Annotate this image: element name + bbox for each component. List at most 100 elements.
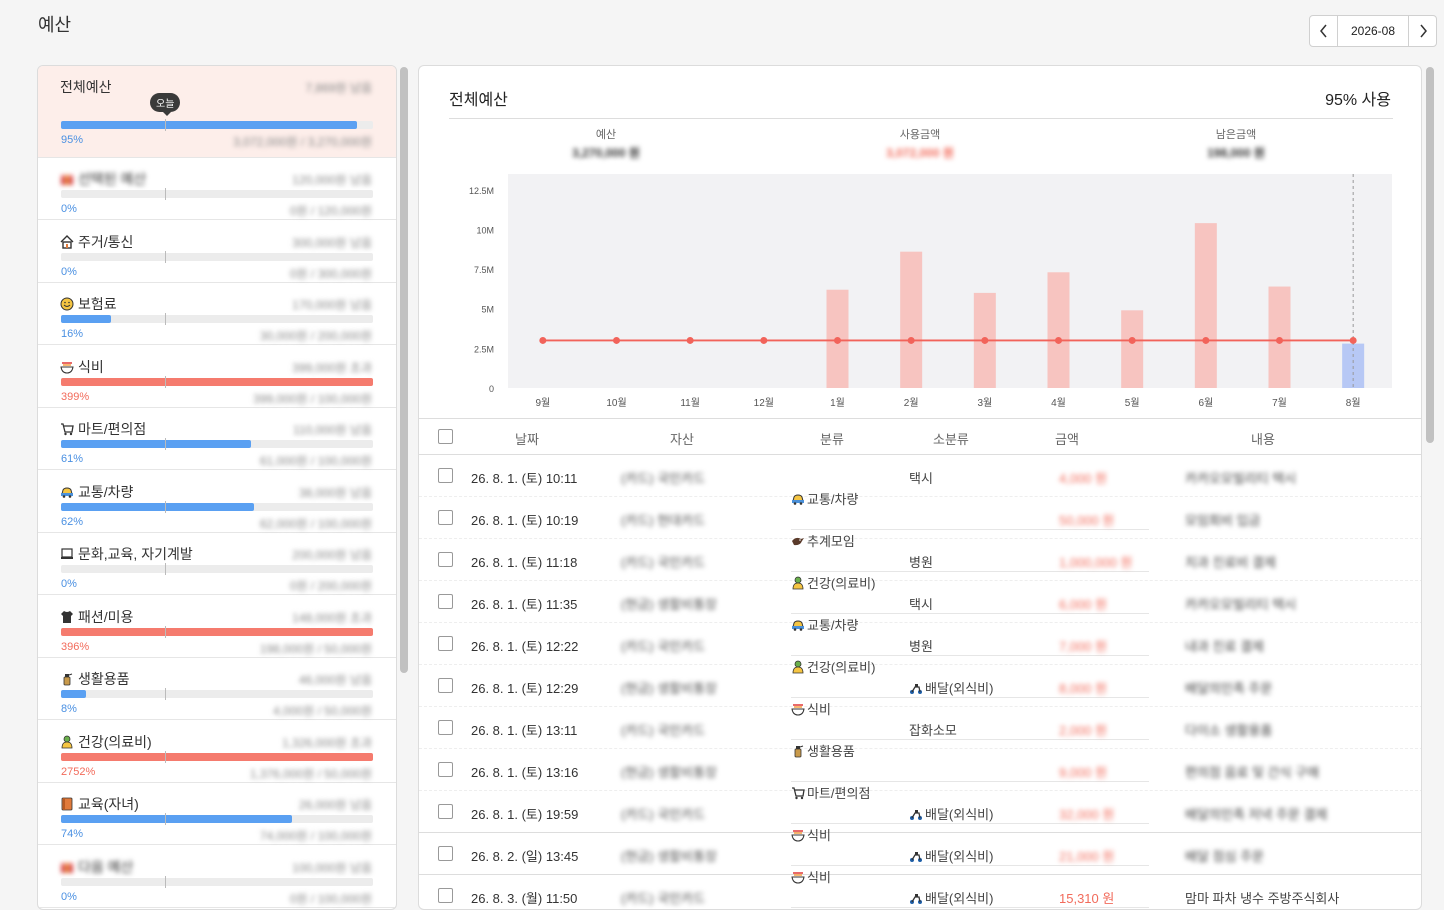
category-percent: 0% (61, 578, 77, 590)
progress-fill (61, 121, 358, 129)
select-all-checkbox[interactable] (438, 429, 453, 444)
category-name-row: 선택된 예산 (60, 169, 146, 189)
row-checkbox[interactable] (438, 888, 453, 903)
today-marker (165, 875, 166, 888)
row-date: 26. 8. 1. (토) 19:59 (471, 807, 579, 822)
row-memo: 모임회비 입금 (1185, 513, 1261, 528)
category-used: 0원 / 200,000원 (289, 579, 372, 593)
row-checkbox[interactable] (438, 720, 453, 735)
row-checkbox[interactable] (438, 762, 453, 777)
category-used: 399,000원 / 100,000원 (253, 391, 372, 406)
table-row[interactable]: 26. 8. 1. (토) 13:16 (현금) 생활비통장 마트/편의점 9,000… (419, 749, 1421, 824)
row-asset: (카드) 국민카드 (621, 639, 706, 654)
budget-category-item[interactable]: 문화,교육, 자기계발 200,000원 남음 0% 0원 / 200,000원 (38, 533, 396, 595)
row-amount: 21,000 원 (1059, 849, 1115, 864)
category-name-row: 교통/차량 (60, 482, 133, 502)
header-asset[interactable]: 자산 (670, 429, 694, 448)
x-tick-label: 8월 (1346, 397, 1361, 409)
category-progress-bar (61, 813, 373, 825)
table-row[interactable]: 26. 8. 2. (일) 13:45 (현금) 생활비통장 식비 배달(외식비) 21… (419, 833, 1421, 908)
header-subcategory[interactable]: 소분류 (933, 429, 969, 448)
category-percent: 8% (61, 703, 77, 715)
next-month-button[interactable] (1408, 16, 1436, 46)
smile-icon (60, 297, 74, 311)
row-subcategory: 택시 (909, 468, 933, 487)
row-memo: 배달 점심 주문 (1185, 849, 1264, 864)
today-marker (165, 688, 166, 700)
row-date: 26. 8. 1. (토) 10:19 (471, 513, 579, 528)
table-row[interactable]: 26. 8. 3. (월) 11:50(카드) 국민카드식비배달(외식비)15,… (419, 875, 1421, 909)
row-checkbox[interactable] (438, 552, 453, 567)
row-memo: 배달의민족 주문 (1185, 681, 1273, 696)
category-remaining: 300,000원 남음 (292, 235, 372, 250)
row-checkbox[interactable] (438, 678, 453, 693)
shirt-icon (60, 610, 74, 624)
progress-fill (61, 690, 86, 698)
bowl-icon (60, 360, 74, 374)
budget-category-item[interactable]: 주거/통신 300,000원 남음 0% 0원 / 300,000원 (38, 221, 396, 283)
row-date: 26. 8. 1. (토) 10:11 (471, 471, 578, 486)
row-subcategory: 배달(외식비) (909, 888, 993, 907)
progress-fill (61, 627, 373, 636)
left-scrollbar[interactable] (400, 67, 408, 673)
row-checkbox[interactable] (438, 636, 453, 651)
table-row[interactable]: 26. 8. 1. (토) 12:22 (카드) 국민카드 건강(의료비) 병원 7,0… (419, 623, 1421, 698)
today-badge: 오늘 (150, 93, 181, 116)
today-marker (165, 500, 166, 513)
category-progress-bar (61, 750, 373, 763)
budget-category-item[interactable]: 보험료 170,000원 남음 16% 30,000원 / 200,000원 (38, 283, 396, 345)
table-row[interactable]: 26. 8. 1. (토) 12:29 (현금) 생활비통장 식비 배달(외식비) 8,… (419, 665, 1421, 740)
health-icon (60, 735, 74, 749)
row-subcategory-label: 택시 (909, 597, 933, 612)
header-category[interactable]: 분류 (820, 429, 844, 448)
header-amount[interactable]: 금액 (1055, 429, 1079, 448)
category-progress-bar (61, 625, 373, 638)
row-memo: 편의점 음료 및 간식 구매 (1185, 765, 1320, 780)
today-marker (165, 375, 166, 388)
row-checkbox[interactable] (438, 468, 453, 483)
budget-category-item[interactable]: 교육(자녀) 26,000원 남음 74% 74,000원 / 100,000원 (38, 783, 396, 845)
header-memo[interactable]: 내용 (1251, 429, 1275, 448)
right-scrollbar[interactable] (1426, 67, 1434, 443)
table-row[interactable]: 26. 8. 1. (토) 13:11 (카드) 국민카드 생활용품 잡화소모 2,00… (419, 707, 1421, 782)
category-name: 전체예산 (60, 79, 112, 95)
category-name: 마트/편의점 (78, 421, 147, 437)
header-date[interactable]: 날짜 (515, 429, 539, 448)
table-row[interactable]: 26. 8. 1. (토) 11:35 (현금) 생활비통장 교통/차량 택시 6,00… (419, 581, 1421, 656)
today-marker (165, 438, 166, 450)
row-asset: (카드) 국민카드 (621, 723, 706, 738)
table-row[interactable]: 26. 8. 1. (토) 11:18 (카드) 국민카드 건강(의료비) 병원 1,0… (419, 539, 1421, 614)
category-percent: 2752% (61, 765, 96, 778)
budget-category-item[interactable]: 식비 399,000원 초과 399% 399,000원 / 100,000원 (38, 346, 396, 408)
category-progress-bar (61, 500, 373, 513)
budget-category-item[interactable]: 교통/차량 38,000원 남음 62% 62,000원 / 100,000원 (38, 471, 396, 533)
row-checkbox[interactable] (438, 510, 453, 525)
budget-category-item[interactable]: 마트/편의점 110,000원 남음 61% 61,000원 / 100,000원 (38, 408, 396, 470)
table-row[interactable]: 26. 8. 1. (토) 10:19 (카드) 현대카드 추계모임 50,000 원… (419, 497, 1421, 572)
table-row[interactable]: 26. 8. 1. (토) 19:59 (카드) 국민카드 식비 배달(외식비) 32,… (419, 791, 1421, 866)
budget-category-item[interactable]: 생활용품 46,000원 남음 8% 4,000원 / 50,000원 (38, 658, 396, 720)
scooter-icon (909, 891, 923, 905)
prev-month-button[interactable] (1310, 16, 1338, 46)
budget-category-item[interactable]: 전체예산 7,869원 남음 오늘 95% 3,072,000원 / 3,270,000… (38, 66, 396, 158)
table-row[interactable]: 26. 8. 1. (토) 10:11 (카드) 국민카드 교통/차량 택시 4,000… (419, 455, 1421, 530)
category-used: 61,000원 / 100,000원 (259, 454, 372, 468)
budget-category-item[interactable]: 다음 예산 100,000원 남음 0% 0원 / 100,000원 (38, 846, 396, 908)
category-name: 교육(자녀) (78, 796, 139, 812)
category-remaining: 110,000원 남음 (293, 423, 372, 437)
row-subcategory-label: 병원 (909, 639, 933, 654)
row-subcategory: 잡화소모 (909, 720, 957, 739)
category-progress-bar (61, 250, 373, 263)
budget-category-item[interactable]: 선택된 예산 120,000원 남음 0% 0원 / 120,000원 (38, 158, 396, 220)
budget-category-item[interactable]: 패션/미용 148,000원 초과 396% 198,000원 / 50,000원 (38, 596, 396, 658)
category-remaining: 200,000원 남음 (292, 548, 372, 562)
spending-bar (1047, 272, 1070, 388)
row-checkbox[interactable] (438, 594, 453, 609)
row-checkbox[interactable] (438, 804, 453, 819)
page-title: 예산 (38, 15, 72, 35)
row-checkbox[interactable] (438, 846, 453, 861)
budget-category-item[interactable]: 건강(의료비) 1,326,000원 초과 2752% 1,376,000원 / 50… (38, 721, 396, 783)
today-marker (165, 250, 166, 263)
row-amount: 4,000 원 (1059, 471, 1108, 486)
row-asset: (카드) 국민카드 (621, 807, 706, 822)
